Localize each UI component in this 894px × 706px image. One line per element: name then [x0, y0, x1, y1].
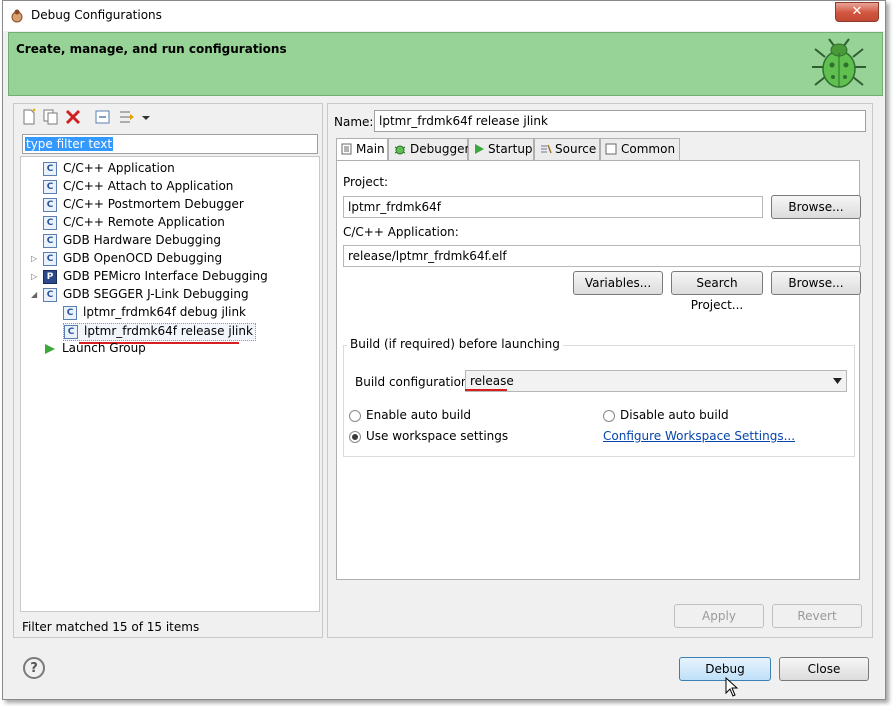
tree-item[interactable]: C GDB SEGGER J-Link Debugging — [43, 287, 249, 305]
help-icon[interactable]: ? — [23, 657, 45, 679]
revert-button[interactable]: Revert — [772, 604, 862, 628]
use-workspace-settings-radio[interactable] — [349, 431, 361, 443]
tree-item[interactable]: C C/C++ Postmortem Debugger — [43, 197, 244, 215]
new-configuration-icon[interactable] — [20, 108, 38, 126]
project-field[interactable]: lptmr_frdmk64f — [343, 196, 763, 218]
c-config-icon: C — [43, 197, 57, 212]
tab-debugger[interactable]: Debugger — [388, 138, 469, 160]
launch-group-icon — [45, 343, 55, 354]
c-config-icon: C — [64, 324, 78, 339]
main-tab-icon — [341, 143, 352, 155]
collapse-all-icon[interactable] — [94, 108, 112, 126]
use-workspace-settings-label: Use workspace settings — [366, 429, 509, 443]
tree-item[interactable]: C C/C++ Remote Application — [43, 215, 225, 233]
configuration-tree: C C/C++ Application C C/C++ Attach to Appl… — [20, 156, 320, 612]
c-config-icon: C — [63, 305, 77, 320]
delete-icon[interactable] — [64, 108, 82, 126]
filter-status: Filter matched 15 of 15 items — [22, 620, 200, 634]
project-label: Project: — [343, 175, 389, 189]
tree-item[interactable]: C C/C++ Application — [43, 161, 175, 179]
expand-arrow-icon[interactable]: ▷ — [31, 254, 37, 263]
close-button[interactable]: Close — [779, 657, 869, 681]
banner-title: Create, manage, and run configurations — [16, 42, 287, 56]
configure-workspace-link[interactable]: Configure Workspace Settings... — [603, 429, 795, 443]
tree-item[interactable]: P GDB PEMicro Interface Debugging — [43, 269, 268, 287]
build-configuration-select[interactable]: release — [465, 370, 847, 392]
c-config-icon: C — [43, 251, 57, 266]
mouse-cursor-icon — [725, 677, 739, 697]
search-project-button[interactable]: Search Project... — [671, 271, 763, 312]
c-config-icon: C — [43, 287, 57, 302]
title-bar: Debug Configurations ✕ — [3, 1, 885, 31]
debugger-tab-icon — [394, 145, 406, 155]
pe-config-icon: P — [43, 269, 57, 284]
filter-input[interactable]: type filter text — [22, 134, 318, 154]
chevron-down-icon[interactable] — [140, 108, 152, 126]
source-tab-icon — [541, 144, 552, 154]
name-label: Name: — [334, 115, 374, 129]
variables-button[interactable]: Variables... — [573, 271, 663, 295]
tab-common[interactable]: Common — [600, 138, 680, 160]
disable-auto-build-label: Disable auto build — [620, 408, 729, 422]
startup-tab-icon — [475, 144, 484, 154]
filter-placeholder: type filter text — [25, 137, 114, 151]
build-group-title: Build (if required) before launching — [347, 337, 563, 351]
build-configuration-label: Build configuration: — [355, 375, 473, 389]
disable-auto-build-radio[interactable] — [603, 410, 615, 422]
c-config-icon: C — [43, 179, 57, 194]
tree-item[interactable]: C GDB OpenOCD Debugging — [43, 251, 222, 269]
filter-icon[interactable] — [118, 108, 136, 126]
browse-project-button[interactable]: Browse... — [771, 195, 861, 219]
enable-auto-build-radio[interactable] — [349, 410, 361, 422]
application-label: C/C++ Application: — [343, 225, 459, 239]
apply-button[interactable]: Apply — [674, 604, 764, 628]
tree-item[interactable]: C C/C++ Attach to Application — [43, 179, 233, 197]
bug-icon — [11, 9, 23, 23]
main-tab-content: Project: lptmr_frdmk64f Browse... C/C++ … — [336, 160, 861, 580]
window-close-button[interactable]: ✕ — [835, 2, 879, 22]
configuration-editor: Name: lptmr_frdmk64f release jlink Main … — [327, 103, 873, 638]
configurations-panel: type filter text C C/C++ Application C C/C… — [13, 103, 323, 638]
debug-configurations-window: Debug Configurations ✕ Create, manage, a… — [2, 0, 886, 700]
tab-startup[interactable]: Startup — [468, 138, 534, 160]
name-field[interactable]: lptmr_frdmk64f release jlink — [374, 110, 866, 132]
tab-source[interactable]: Source — [534, 138, 600, 160]
build-configuration-value: release — [470, 374, 514, 388]
bug-icon — [812, 38, 866, 88]
tab-main[interactable]: Main — [336, 138, 388, 161]
expand-arrow-icon[interactable]: ▷ — [31, 272, 37, 281]
c-config-icon: C — [43, 161, 57, 176]
header-banner: Create, manage, and run configurations — [8, 32, 883, 96]
common-tab-icon — [605, 143, 617, 155]
duplicate-icon[interactable] — [42, 108, 60, 126]
tree-item[interactable]: Clptmr_frdmk64f debug jlink — [63, 305, 246, 323]
c-config-icon: C — [43, 215, 57, 230]
application-field[interactable]: release/lptmr_frdmk64f.elf — [343, 245, 861, 267]
red-underline-annotation — [465, 389, 507, 391]
tree-item[interactable]: C GDB Hardware Debugging — [43, 233, 221, 251]
collapse-arrow-icon[interactable]: ◢ — [31, 290, 37, 299]
chevron-down-icon — [833, 378, 842, 384]
enable-auto-build-label: Enable auto build — [366, 408, 472, 422]
c-config-icon: C — [43, 233, 57, 248]
tree-item-selected[interactable]: Clptmr_frdmk64f release jlink — [63, 323, 256, 341]
browse-application-button[interactable]: Browse... — [771, 271, 861, 295]
window-title: Debug Configurations — [31, 8, 162, 22]
tree-item[interactable]: Launch Group — [43, 341, 146, 359]
